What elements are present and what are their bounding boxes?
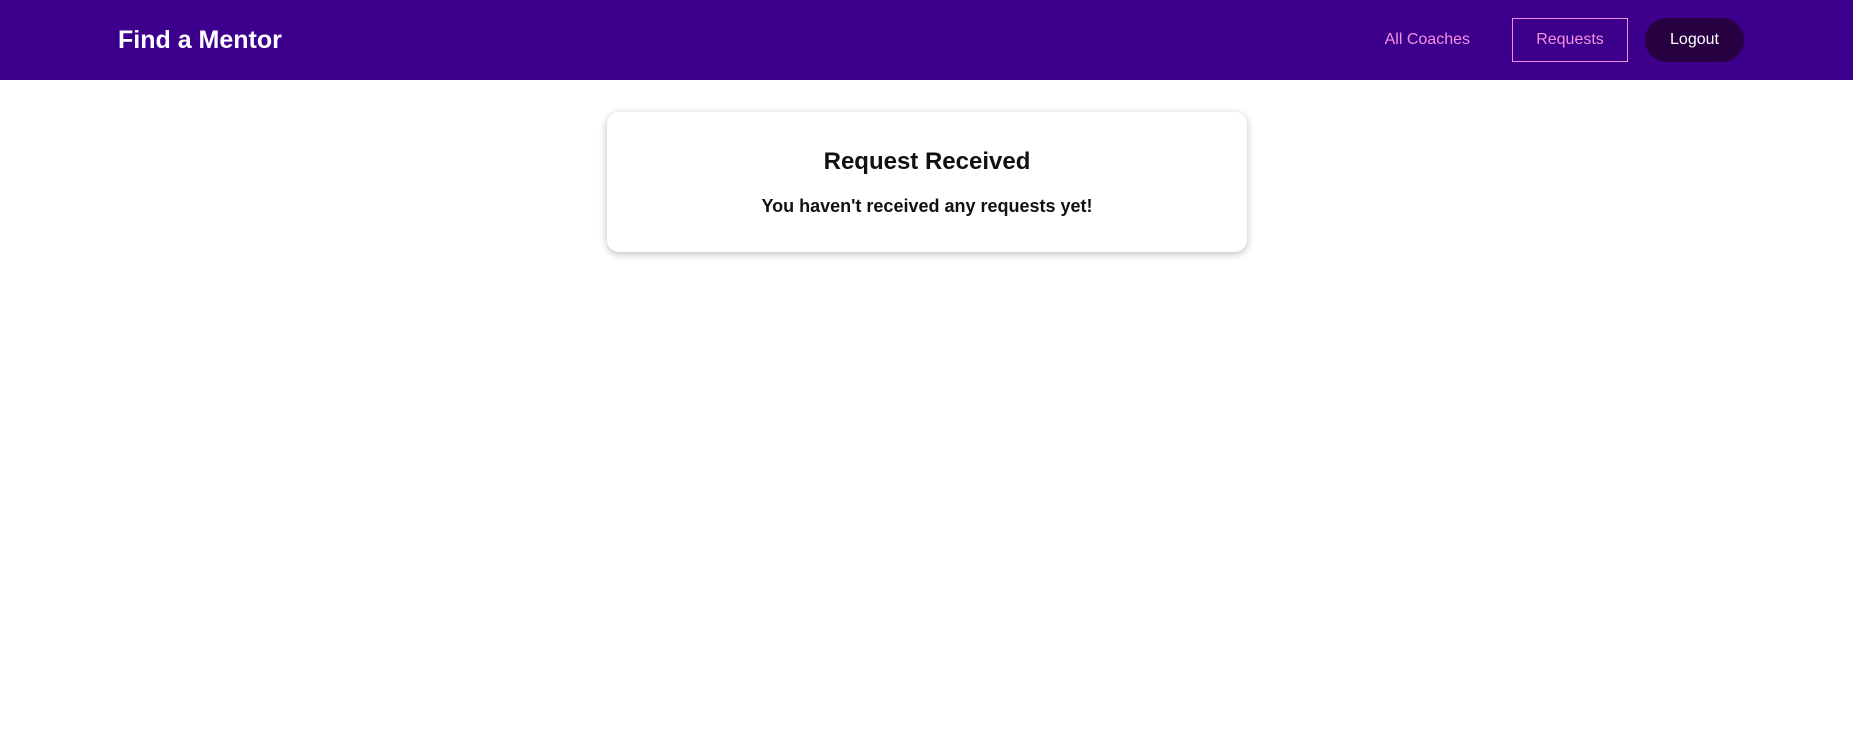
logout-button[interactable]: Logout — [1645, 18, 1744, 62]
nav-all-coaches[interactable]: All Coaches — [1344, 18, 1511, 62]
requests-card: Request Received You haven't received an… — [607, 112, 1247, 252]
nav-requests[interactable]: Requests — [1512, 18, 1628, 62]
empty-requests-message: You haven't received any requests yet! — [761, 196, 1093, 216]
brand-link[interactable]: Find a Mentor — [118, 23, 282, 57]
app-header: Find a Mentor All Coaches Requests Logou… — [0, 0, 1853, 80]
main-nav: All Coaches Requests Logout — [1344, 18, 1744, 62]
requests-title: Request Received — [823, 148, 1031, 175]
